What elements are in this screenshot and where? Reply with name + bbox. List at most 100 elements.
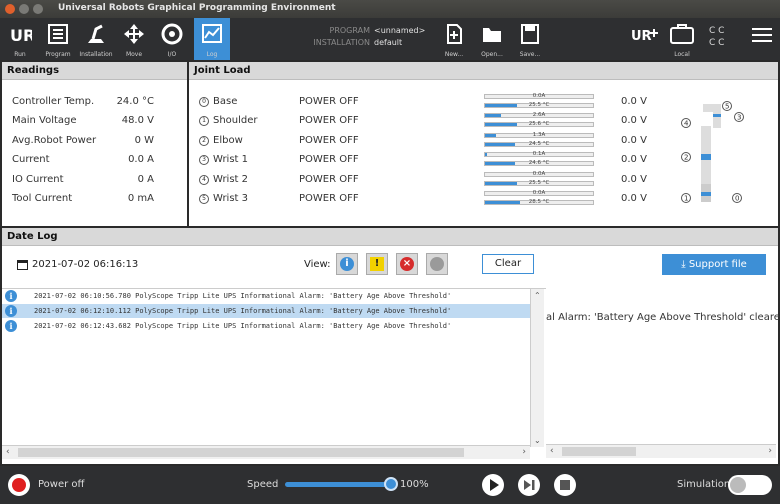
- joint-state: POWER OFF: [299, 115, 359, 126]
- speed-slider-track[interactable]: [285, 482, 393, 487]
- power-status-label: Power off: [38, 479, 85, 490]
- log-entry[interactable]: i 2021-07-02 06:10:56.780 PolyScope Trip…: [2, 289, 530, 303]
- chevron-left-icon[interactable]: ‹: [6, 447, 10, 457]
- move-tab-label: Move: [125, 51, 143, 58]
- joint-load-bars: 0.1A 24.6 °C: [484, 151, 594, 168]
- joint-state: POWER OFF: [299, 174, 359, 185]
- new-file-button[interactable]: New...: [436, 18, 472, 60]
- log-detail-text: al Alarm: 'Battery Age Above Threshold' …: [546, 312, 780, 323]
- current-text: 0.0A: [532, 190, 546, 196]
- log-vertical-scrollbar[interactable]: ⌃ ⌄: [530, 289, 544, 447]
- detail-scroll-thumb[interactable]: [562, 447, 636, 456]
- chevron-right-icon[interactable]: ›: [522, 447, 526, 457]
- current-text: 2.6A: [532, 112, 546, 118]
- joint-voltage: 0.0 V: [621, 115, 647, 126]
- speed-value: 100%: [400, 479, 429, 490]
- step-button[interactable]: [518, 474, 540, 496]
- installation-key: INSTALLATION: [313, 38, 370, 47]
- error-filter-button[interactable]: ×: [396, 253, 418, 275]
- date-log-title: Date Log: [2, 228, 778, 246]
- save-icon: [521, 24, 539, 44]
- window-title-bar: Universal Robots Graphical Programming E…: [0, 0, 780, 18]
- joint-number-badge: 0: [199, 97, 209, 107]
- joint-voltage: 0.0 V: [621, 135, 647, 146]
- chevron-right-icon[interactable]: ›: [768, 446, 772, 456]
- local-mode-button[interactable]: Local: [664, 18, 700, 60]
- warning-filter-button[interactable]: !: [366, 253, 388, 275]
- view-label: View:: [304, 259, 331, 270]
- date-log-panel: Date Log 2021-07-02 06:16:13 View: i ! ×…: [2, 228, 780, 464]
- error-icon: ×: [400, 257, 414, 271]
- current-datetime: 2021-07-02 06:16:13: [32, 259, 139, 270]
- current-text: 0.0A: [532, 93, 546, 99]
- stop-icon: [560, 480, 570, 490]
- diagram-label: 4: [684, 120, 689, 128]
- diagram-label: 5: [725, 103, 729, 111]
- disabled-icon: [430, 257, 444, 271]
- move-icon: [124, 24, 144, 44]
- temperature-text: 25.5 °C: [528, 180, 550, 186]
- stop-button[interactable]: [554, 474, 576, 496]
- menu-button[interactable]: [744, 18, 780, 60]
- joint-load-bars: 0.0A 28.5 °C: [484, 190, 594, 207]
- log-horizontal-scrollbar[interactable]: ‹ ›: [2, 445, 530, 459]
- ur-plus-button[interactable]: UR: [626, 18, 662, 60]
- detail-horizontal-scrollbar[interactable]: ‹ ›: [546, 444, 776, 458]
- speed-slider-handle[interactable]: [384, 477, 398, 491]
- log-icon: [202, 24, 222, 43]
- chevron-up-icon[interactable]: ⌃: [534, 291, 541, 300]
- chevron-left-icon[interactable]: ‹: [550, 446, 554, 456]
- joint-load-title: Joint Load: [189, 62, 778, 80]
- support-file-button[interactable]: ⤓ Support file: [662, 254, 766, 275]
- program-tab[interactable]: Program: [40, 18, 76, 60]
- simulation-toggle[interactable]: [728, 475, 772, 495]
- play-button[interactable]: [482, 474, 504, 496]
- temperature-text: 25.5 °C: [528, 102, 550, 108]
- installation-tab-label: Installation: [79, 51, 113, 58]
- robot-elbow-joint-shape: [701, 154, 711, 160]
- log-entry[interactable]: i 2021-07-02 06:12:10.112 PolyScope Trip…: [2, 304, 530, 318]
- svg-text:UR: UR: [10, 26, 32, 45]
- log-entry-text: 2021-07-02 06:12:10.112 PolyScope Tripp …: [34, 307, 452, 315]
- disabled-filter-button[interactable]: [426, 253, 448, 275]
- log-entry[interactable]: i 2021-07-02 06:12:43.682 PolyScope Trip…: [2, 319, 530, 333]
- save-file-button[interactable]: Save...: [512, 18, 548, 60]
- minimize-window-button[interactable]: [19, 4, 29, 14]
- maximize-window-button[interactable]: [33, 4, 43, 14]
- reading-row: IO Current 0 A: [12, 174, 182, 185]
- reading-row: Current 0.0 A: [12, 154, 182, 165]
- installation-icon: [88, 24, 104, 43]
- joint-number-badge: 3: [199, 155, 209, 165]
- current-text: 0.0A: [532, 171, 546, 177]
- info-icon: i: [5, 305, 17, 317]
- joint-name: Shoulder: [213, 115, 258, 126]
- log-tab[interactable]: Log: [194, 18, 230, 60]
- chevron-down-icon[interactable]: ⌄: [534, 436, 541, 445]
- joint-voltage: 0.0 V: [621, 174, 647, 185]
- cc-indicator-bottom: C C: [709, 38, 725, 48]
- open-file-button[interactable]: Open...: [474, 18, 510, 60]
- clear-button[interactable]: Clear: [482, 254, 534, 274]
- joint-name: Elbow: [213, 135, 243, 146]
- joint-row: 5 Wrist 3 POWER OFF: [199, 193, 479, 204]
- log-entry-text: 2021-07-02 06:12:43.682 PolyScope Tripp …: [34, 322, 452, 330]
- joint-row: 4 Wrist 2 POWER OFF: [199, 174, 479, 185]
- cc-indicator-top: C C: [709, 26, 725, 36]
- hamburger-menu-icon: [752, 28, 772, 42]
- joint-voltage: 0.0 V: [621, 96, 647, 107]
- horizontal-scroll-thumb[interactable]: [18, 448, 464, 457]
- run-tab[interactable]: UR Run: [2, 18, 38, 60]
- io-tab[interactable]: I/O: [154, 18, 190, 60]
- installation-tab[interactable]: Installation: [78, 18, 114, 60]
- power-button[interactable]: [8, 474, 30, 496]
- close-window-button[interactable]: [5, 4, 15, 14]
- readings-title: Readings: [2, 62, 187, 80]
- move-tab[interactable]: Move: [116, 18, 152, 60]
- reading-label: Main Voltage: [12, 115, 77, 126]
- temperature-text: 25.6 °C: [528, 121, 550, 127]
- robot-base-joint-shape: [701, 192, 711, 196]
- reading-row: Controller Temp. 24.0 °C: [12, 96, 182, 107]
- info-filter-button[interactable]: i: [336, 253, 358, 275]
- cc-indicator: C C C C: [709, 25, 733, 49]
- readings-panel: Readings Controller Temp. 24.0 °C Main Vo…: [2, 62, 187, 226]
